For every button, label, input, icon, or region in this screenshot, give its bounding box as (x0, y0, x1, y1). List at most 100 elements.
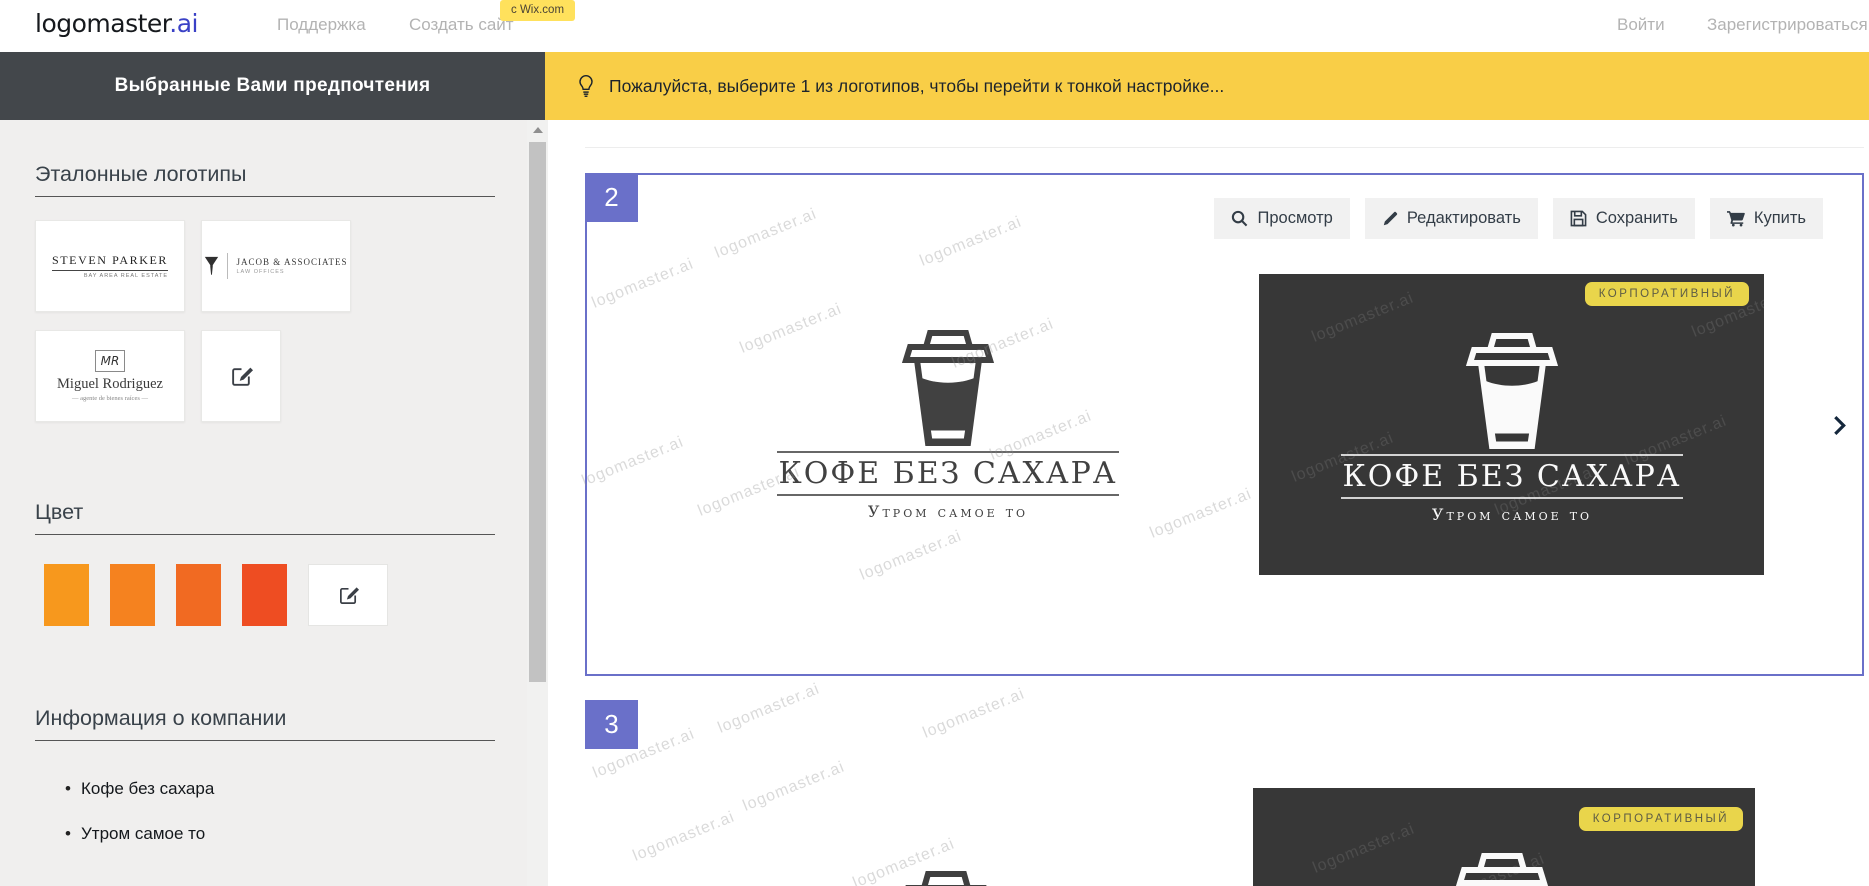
watermark: logomaster.ai (1311, 820, 1418, 877)
color-swatch-2[interactable] (110, 564, 155, 626)
card-number-badge: 3 (585, 700, 638, 749)
save-button[interactable]: Сохранить (1553, 198, 1695, 239)
watermark: logomaster.ai (921, 685, 1028, 742)
reference-logo-tagline: BAY AREA REAL ESTATE (52, 273, 168, 279)
color-swatches (44, 564, 495, 626)
coffee-cup-icon (1459, 330, 1565, 452)
logo-rule (777, 451, 1119, 453)
edit-colors-button[interactable] (308, 564, 388, 626)
edit-button-label: Редактировать (1407, 209, 1521, 228)
logo-preview-dark[interactable]: КОРПОРАТИВНЫЙ КОФЕ БЕЗ САХАРА (1259, 274, 1764, 575)
save-button-label: Сохранить (1596, 209, 1678, 228)
reference-logo-name: STEVEN PARKER (52, 253, 168, 271)
divider (35, 740, 495, 741)
preferences-sidebar: Эталонные логотипы STEVEN PARKER BAY ARE… (0, 120, 527, 886)
logo-preview-dark[interactable]: КОРПОРАТИВНЫЙ logomaster.ai logomaster.a… (1253, 788, 1755, 886)
reference-logo-name: JACOB & ASSOCIATES (236, 257, 347, 267)
variant-badge: КОРПОРАТИВНЫЙ (1585, 282, 1749, 306)
color-section-title: Цвет (35, 500, 495, 525)
hint-banner: Пожалуйста, выберите 1 из логотипов, что… (545, 52, 1869, 120)
reference-logo-jacob-associates[interactable]: JACOB & ASSOCIATES LAW OFFICES (201, 220, 351, 312)
sidebar-scrollbar[interactable] (527, 120, 548, 886)
logo-card-2[interactable]: 2 Просмотр Редактировать Сохранить Купит… (585, 173, 1864, 676)
logo-card-3[interactable]: 3 КОРПОРАТИВНЫЙ (585, 700, 1864, 886)
logo-preview-light[interactable]: КОФЕ БЕЗ САХАРА Утром самое то (777, 327, 1119, 521)
logo-title: КОФЕ БЕЗ САХАРА (1343, 459, 1682, 494)
card-actions: Просмотр Редактировать Сохранить Купить (1214, 198, 1823, 239)
search-icon (1231, 210, 1248, 227)
preferences-header-label: Выбранные Вами предпочтения (115, 75, 431, 97)
reference-logo-tiles: STEVEN PARKER BAY AREA REAL ESTATE JACOB… (35, 220, 495, 422)
hint-banner-text: Пожалуйста, выберите 1 из логотипов, что… (609, 76, 1224, 97)
scrollbar-up-button[interactable] (527, 120, 548, 140)
reference-logo-name: Miguel Rodriguez (57, 376, 163, 393)
company-slogan-item: Утром самое то (35, 824, 495, 844)
chevron-right-icon (1833, 415, 1846, 436)
edit-button[interactable]: Редактировать (1365, 198, 1538, 239)
buy-button[interactable]: Купить (1710, 198, 1823, 239)
brand-text: logomaster (35, 9, 169, 38)
register-link[interactable]: Зарегистрироваться (1707, 15, 1868, 35)
logo-preview-light[interactable] (893, 868, 999, 886)
preview-button-label: Просмотр (1257, 209, 1332, 228)
brand-suffix: .ai (169, 9, 198, 38)
wix-badge[interactable]: с Wix.com (500, 0, 575, 21)
color-swatch-1[interactable] (44, 564, 89, 626)
watermark: logomaster.ai (741, 758, 848, 815)
login-link[interactable]: Войти (1617, 15, 1665, 35)
logo-lockup-dark: КОФЕ БЕЗ САХАРА Утром самое то (1341, 330, 1683, 524)
floppy-icon (1570, 210, 1587, 227)
divider (35, 534, 495, 535)
color-swatch-3[interactable] (176, 564, 221, 626)
logo-subtitle: Утром самое то (1432, 505, 1592, 524)
funnel-mark-icon (204, 255, 219, 277)
nav-create-site-link[interactable]: Создать сайт (409, 15, 514, 35)
variant-badge: КОРПОРАТИВНЫЙ (1579, 807, 1743, 831)
edit-square-icon (338, 585, 359, 606)
edit-reference-logos-button[interactable] (201, 330, 281, 422)
card-number-badge: 2 (585, 173, 638, 222)
reference-logo-tagline: — agente de bienes raíces — (57, 395, 163, 402)
watermark: logomaster.ai (631, 808, 738, 865)
watermark: logomaster.ai (580, 433, 687, 490)
watermark: logomaster.ai (918, 213, 1025, 270)
nav-support-link[interactable]: Поддержка (277, 15, 366, 35)
app-window: logomaster.ai Поддержка Создать сайт с W… (0, 0, 1869, 886)
divider (35, 196, 495, 197)
cart-icon (1727, 210, 1745, 227)
coffee-cup-icon (895, 327, 1001, 449)
coffee-cup-icon (893, 868, 999, 886)
watermark: logomaster.ai (716, 680, 823, 737)
next-variant-button[interactable] (1833, 415, 1846, 439)
reference-logos-title: Эталонные логотипы (35, 162, 495, 187)
previous-card-edge (585, 147, 1864, 148)
top-navbar: logomaster.ai Поддержка Создать сайт с W… (0, 0, 1869, 53)
coffee-cup-partial (1449, 850, 1555, 886)
logo-results-area: 2 Просмотр Редактировать Сохранить Купит… (548, 120, 1869, 886)
lightbulb-icon (578, 74, 594, 99)
watermark: logomaster.ai (713, 205, 820, 262)
buy-button-label: Купить (1754, 209, 1806, 228)
logo-rule (1341, 454, 1683, 456)
preferences-header: Выбранные Вами предпочтения (0, 52, 545, 120)
preview-button[interactable]: Просмотр (1214, 198, 1349, 239)
scrollbar-thumb[interactable] (529, 142, 546, 682)
watermark: logomaster.ai (1148, 485, 1255, 542)
watermark: logomaster.ai (590, 255, 697, 312)
reference-logo-steven-parker[interactable]: STEVEN PARKER BAY AREA REAL ESTATE (35, 220, 185, 312)
logo-subtitle: Утром самое то (868, 502, 1028, 521)
logo-rule (1341, 497, 1683, 499)
reference-logo-miguel-rodriguez[interactable]: MR Miguel Rodriguez — agente de bienes r… (35, 330, 185, 422)
company-info-list: Кофе без сахара Утром самое то (35, 779, 495, 844)
logo-rule (777, 494, 1119, 496)
triangle-up-icon (533, 127, 543, 133)
logomaster-logo[interactable]: logomaster.ai (35, 9, 198, 38)
edit-square-icon (230, 365, 253, 388)
reference-logo-tagline: LAW OFFICES (236, 269, 347, 275)
color-swatch-4[interactable] (242, 564, 287, 626)
pencil-icon (1382, 211, 1398, 227)
coffee-cup-icon (1449, 850, 1555, 886)
monogram: MR (95, 350, 126, 372)
divider (227, 253, 228, 279)
company-name-item: Кофе без сахара (35, 779, 495, 799)
